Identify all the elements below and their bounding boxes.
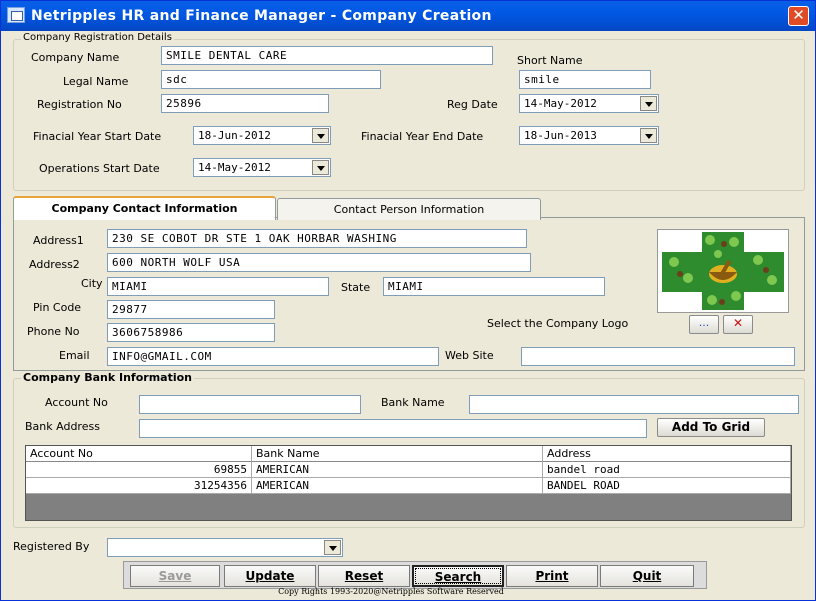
address1-label: Address1 [33,234,84,247]
copyright-footer: Copy Rights 1993-2020@Netripples Softwar… [278,587,504,596]
window-title: Netripples HR and Finance Manager - Comp… [31,8,492,24]
reg-date-value: 14-May-2012 [524,97,597,110]
add-to-grid-button[interactable]: Add To Grid [657,418,765,437]
city-field[interactable]: MIAMI [107,277,329,296]
short-name-field[interactable]: smile [519,70,651,89]
fy-end-label: Finacial Year End Date [361,130,484,143]
company-creation-window: Netripples HR and Finance Manager - Comp… [0,0,816,601]
company-logo [657,229,789,313]
bank-grid[interactable]: Account No Bank Name Address 69855 AMERI… [25,445,792,521]
app-icon [7,7,25,23]
registration-no-label: Registration No [37,98,122,111]
browse-logo-button[interactable]: ... [689,315,719,334]
reset-button[interactable]: Reset [318,565,410,587]
fy-start-picker[interactable]: 18-Jun-2012 [193,126,331,145]
ops-start-value: 14-May-2012 [198,161,271,174]
bank-address-label: Bank Address [25,420,100,433]
account-no-field[interactable] [139,395,361,414]
update-button[interactable]: Update [224,565,316,587]
account-no-label: Account No [45,396,108,409]
title-bar[interactable]: Netripples HR and Finance Manager - Comp… [1,1,815,31]
green-cross-logo-icon [662,232,784,310]
grid-header: Account No Bank Name Address [26,446,791,462]
short-name-label: Short Name [517,54,583,67]
state-label: State [341,281,371,294]
ops-start-label: Operations Start Date [39,162,160,175]
website-field[interactable] [521,347,795,366]
cell-address: bandel road [543,462,791,478]
registration-no-field[interactable]: 25896 [161,94,329,113]
chevron-down-icon[interactable] [312,160,329,175]
phone-label: Phone No [27,325,80,338]
ops-start-picker[interactable]: 14-May-2012 [193,158,331,177]
quit-button[interactable]: Quit [600,565,694,587]
clear-logo-button[interactable]: ✕ [723,315,753,334]
company-name-label: Company Name [31,51,120,64]
website-label: Web Site [445,349,494,362]
reg-date-label: Reg Date [447,98,498,111]
logo-label: Select the Company Logo [487,317,629,330]
close-icon: ✕ [732,316,744,330]
chevron-down-icon[interactable] [640,96,657,111]
column-header-bank-name[interactable]: Bank Name [252,446,543,462]
column-header-account-no[interactable]: Account No [26,446,252,462]
state-field[interactable]: MIAMI [383,277,605,296]
bank-name-field[interactable] [469,395,799,414]
fy-start-label: Finacial Year Start Date [33,130,162,143]
cell-address: BANDEL ROAD [543,478,791,494]
search-button[interactable]: Search [412,565,504,587]
reg-date-picker[interactable]: 14-May-2012 [519,94,659,113]
phone-field[interactable]: 3606758986 [107,323,275,342]
print-button[interactable]: Print [506,565,598,587]
legal-name-label: Legal Name [63,75,129,88]
pin-code-label: Pin Code [33,301,82,314]
tab-company-contact[interactable]: Company Contact Information [13,196,276,220]
save-button[interactable]: Save [130,565,220,587]
table-row[interactable]: 31254356 AMERICAN BANDEL ROAD [26,478,791,494]
fy-end-value: 18-Jun-2013 [524,129,597,142]
cell-bank-name: AMERICAN [252,462,543,478]
fy-start-value: 18-Jun-2012 [198,129,271,142]
column-header-address[interactable]: Address [543,446,791,462]
tab-contact-person[interactable]: Contact Person Information [277,198,541,220]
legal-name-field[interactable]: sdc [161,70,381,89]
chevron-down-icon[interactable] [312,128,329,143]
bank-address-field[interactable] [139,419,647,438]
cell-bank-name: AMERICAN [252,478,543,494]
fy-end-picker[interactable]: 18-Jun-2013 [519,126,659,145]
email-label: Email [59,349,90,362]
registration-group-title: Company Registration Details [21,32,174,43]
bank-name-label: Bank Name [381,396,445,409]
table-row[interactable]: 69855 AMERICAN bandel road [26,462,791,478]
company-name-field[interactable]: SMILE DENTAL CARE [161,46,493,65]
city-label: City [81,277,103,290]
pin-code-field[interactable]: 29877 [107,300,275,319]
cell-account-no: 69855 [26,462,252,478]
action-button-bar: Save Update Reset Search Print Quit [123,561,707,589]
registered-by-select[interactable] [107,538,343,557]
chevron-down-icon[interactable] [324,540,341,555]
chevron-down-icon[interactable] [640,128,657,143]
address2-label: Address2 [29,258,80,271]
registered-by-label: Registered By [13,540,90,553]
bank-group-title: Company Bank Information [21,371,194,384]
close-button[interactable]: ✕ [788,6,809,26]
address2-field[interactable]: 600 NORTH WOLF USA [107,253,531,272]
address1-field[interactable]: 230 SE COBOT DR STE 1 OAK HORBAR WASHING [107,229,527,248]
email-field[interactable]: INFO@GMAIL.COM [107,347,439,366]
cell-account-no: 31254356 [26,478,252,494]
